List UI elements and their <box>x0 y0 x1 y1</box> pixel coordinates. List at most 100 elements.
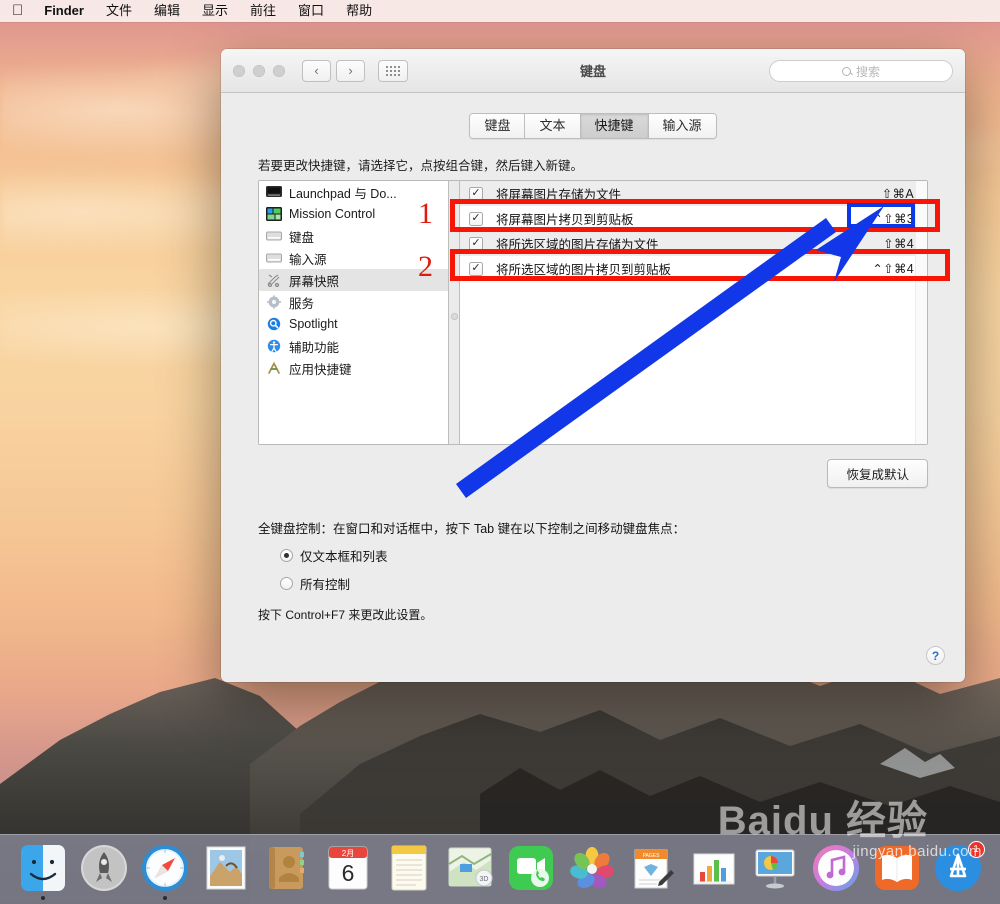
radio-button[interactable] <box>280 549 293 562</box>
menu-item-edit[interactable]: 编辑 <box>143 0 191 22</box>
dock[interactable]: 2月 6 3D PAGES 1 <box>0 834 1000 904</box>
close-button[interactable] <box>233 64 245 77</box>
shortcut-checkbox[interactable]: ✓ <box>469 236 483 251</box>
radio-label: 仅文本框和列表 <box>300 550 388 564</box>
menu-item-window[interactable]: 窗口 <box>287 0 335 22</box>
resize-grip-icon[interactable] <box>451 313 458 320</box>
shortcut-key[interactable]: ⌃⇧⌘3 <box>872 211 918 226</box>
forward-button[interactable]: › <box>336 59 365 82</box>
shortcut-list[interactable]: ✓ 将屏幕图片存储为文件 ⇧⌘A ✓ 将屏幕图片拷贝到剪贴板 ⌃⇧⌘3 ✓ 将所… <box>460 181 927 444</box>
full-keyboard-access-note: 按下 Control+F7 来更改此设置。 <box>258 608 433 622</box>
tab-shortcuts[interactable]: 快捷键 <box>580 114 649 138</box>
accessibility-icon <box>266 339 282 353</box>
table-row[interactable]: ✓ 将屏幕图片拷贝到剪贴板 ⌃⇧⌘3 <box>460 206 927 231</box>
tab-bar[interactable]: 键盘 文本 快捷键 输入源 <box>469 113 717 139</box>
vertical-scrollbar[interactable] <box>915 181 927 444</box>
running-indicator <box>162 896 167 900</box>
category-label: 屏幕快照 <box>289 274 340 289</box>
dock-item-itunes[interactable] <box>810 842 862 894</box>
search-placeholder: 搜索 <box>855 64 880 79</box>
radio-all-controls[interactable]: 所有控制 <box>280 574 928 593</box>
radio-label: 所有控制 <box>300 578 351 592</box>
shortcut-checkbox[interactable]: ✓ <box>469 261 483 276</box>
appstore-badge: 1 <box>967 841 985 858</box>
tab-text[interactable]: 文本 <box>525 114 581 138</box>
svg-text:2月: 2月 <box>341 849 353 858</box>
tab-keyboard[interactable]: 键盘 <box>470 114 526 138</box>
running-indicator <box>40 896 45 900</box>
menu-item-go[interactable]: 前往 <box>239 0 287 22</box>
dock-item-mail[interactable] <box>200 842 252 894</box>
category-label: 键盘 <box>289 230 315 245</box>
dock-item-launchpad[interactable] <box>78 842 130 894</box>
category-services[interactable]: 服务 <box>259 291 448 313</box>
pane-divider[interactable] <box>449 181 460 444</box>
table-row[interactable]: ✓ 将屏幕图片存储为文件 ⇧⌘A <box>460 181 927 206</box>
back-button[interactable]: ‹ <box>302 59 331 82</box>
search-input[interactable]: 搜索 <box>769 60 953 82</box>
category-accessibility[interactable]: 辅助功能 <box>259 335 448 357</box>
dock-item-contacts[interactable] <box>261 842 313 894</box>
launchpad-dock-icon <box>266 185 282 199</box>
shortcut-checkbox[interactable]: ✓ <box>469 211 483 226</box>
dock-item-numbers[interactable] <box>688 842 740 894</box>
shortcut-key[interactable]: ⌃⇧⌘4 <box>872 261 918 276</box>
shortcut-key[interactable]: ⇧⌘A <box>882 186 918 201</box>
menu-item-finder[interactable]: Finder <box>33 0 95 22</box>
menu-item-view[interactable]: 显示 <box>191 0 239 22</box>
menu-item-file[interactable]: 文件 <box>95 0 143 22</box>
tab-inputsource[interactable]: 输入源 <box>648 114 716 138</box>
dock-item-photos[interactable] <box>566 842 618 894</box>
dock-item-pages[interactable]: PAGES <box>627 842 679 894</box>
restore-defaults-button[interactable]: 恢复成默认 <box>827 459 928 488</box>
radio-text-boxes-and-lists[interactable]: 仅文本框和列表 <box>280 546 928 565</box>
shortcut-key[interactable]: ⇧⌘4 <box>883 236 918 251</box>
menu-bar[interactable]:  Finder 文件 编辑 显示 前往 窗口 帮助 <box>0 0 1000 22</box>
app-shortcuts-icon <box>266 361 282 375</box>
category-list[interactable]: Launchpad 与 Do... Mission Control 键盘 输入源… <box>259 181 449 444</box>
table-row[interactable]: ✓ 将所选区域的图片拷贝到剪贴板 ⌃⇧⌘4 <box>460 256 927 281</box>
shortcuts-panes: Launchpad 与 Do... Mission Control 键盘 输入源… <box>258 180 928 445</box>
shortcut-name: 将屏幕图片存储为文件 <box>496 188 622 202</box>
minimize-button[interactable] <box>253 64 265 77</box>
dock-item-safari[interactable] <box>139 842 191 900</box>
search-icon <box>841 66 851 76</box>
show-all-button[interactable] <box>378 59 408 82</box>
help-button[interactable]: ? <box>926 646 945 665</box>
dock-item-calendar[interactable]: 2月 6 <box>322 842 374 894</box>
keyboard-icon <box>266 229 282 243</box>
category-mission-control[interactable]: Mission Control <box>259 203 448 225</box>
dock-item-appstore[interactable]: 1 <box>932 841 985 894</box>
shortcut-name: 将所选区域的图片拷贝到剪贴板 <box>496 263 672 277</box>
mission-control-icon <box>266 207 282 221</box>
table-row[interactable]: ✓ 将所选区域的图片存储为文件 ⇧⌘4 <box>460 231 927 256</box>
zoom-button[interactable] <box>273 64 285 77</box>
dock-item-notes[interactable] <box>383 842 435 894</box>
shortcut-name: 将所选区域的图片存储为文件 <box>496 238 659 252</box>
category-input-source[interactable]: 输入源 <box>259 247 448 269</box>
category-label: Launchpad 与 Do... <box>289 186 397 201</box>
apple-logo-icon[interactable]:  <box>8 1 33 21</box>
category-label: 应用快捷键 <box>289 362 352 377</box>
category-spotlight[interactable]: Spotlight <box>259 313 448 335</box>
keyboard-preferences-window: ‹ › 键盘 搜索 键盘 文本 快捷键 输入源 若要更改快捷键，请选择它，点按组… <box>221 49 965 682</box>
category-keyboard[interactable]: 键盘 <box>259 225 448 247</box>
dock-item-finder[interactable] <box>17 842 69 900</box>
svg-text:PAGES: PAGES <box>642 853 660 859</box>
dock-item-maps[interactable]: 3D <box>444 842 496 894</box>
svg-text:3D: 3D <box>479 876 488 883</box>
services-gear-icon <box>266 295 282 309</box>
category-label: 输入源 <box>289 252 327 267</box>
shortcut-checkbox[interactable]: ✓ <box>469 186 483 201</box>
menu-item-help[interactable]: 帮助 <box>335 0 383 22</box>
category-label: Mission Control <box>289 207 376 221</box>
dock-item-ibooks[interactable] <box>871 842 923 894</box>
category-app-shortcuts[interactable]: 应用快捷键 <box>259 357 448 379</box>
window-traffic-lights[interactable] <box>233 64 285 77</box>
radio-button[interactable] <box>280 577 293 590</box>
category-label: 辅助功能 <box>289 340 340 355</box>
category-launchpad-dock[interactable]: Launchpad 与 Do... <box>259 181 448 203</box>
dock-item-facetime[interactable] <box>505 842 557 894</box>
category-screenshot[interactable]: 屏幕快照 <box>259 269 448 291</box>
dock-item-keynote[interactable] <box>749 842 801 894</box>
